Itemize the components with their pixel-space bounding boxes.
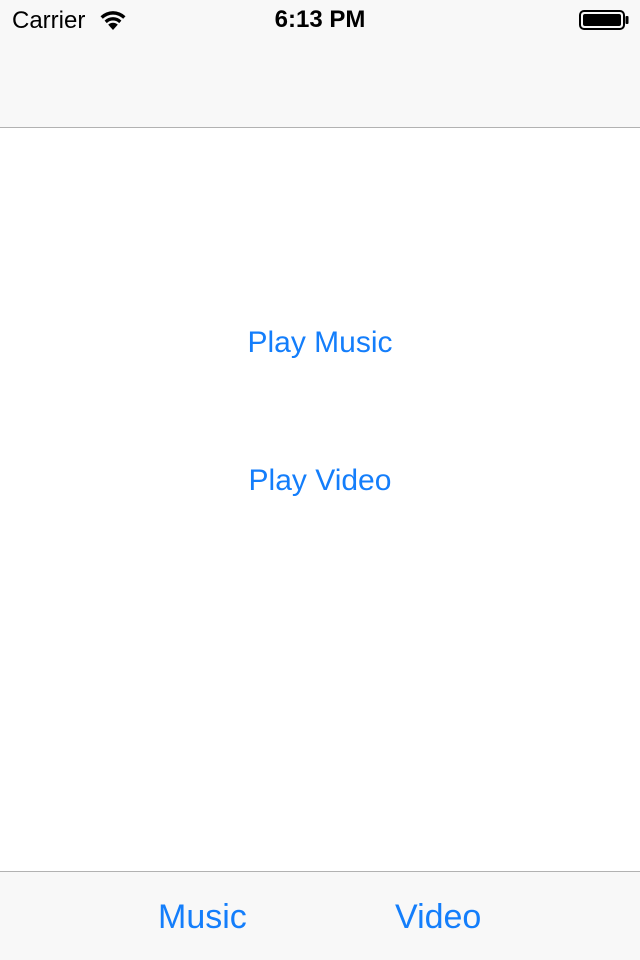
play-video-button[interactable]: Play Video [0,463,640,499]
tab-bar: Music Video [0,871,640,960]
app-screen: Carrier 6:13 PM Play Music Play Video Mu… [0,0,640,960]
play-music-button[interactable]: Play Music [0,325,640,361]
tab-video[interactable]: Video [395,898,481,936]
tab-music[interactable]: Music [158,898,247,936]
navigation-bar: Carrier 6:13 PM [0,0,640,128]
clock: 6:13 PM [274,6,366,33]
battery-icon [579,10,629,30]
status-bar: Carrier 6:13 PM [0,0,640,40]
